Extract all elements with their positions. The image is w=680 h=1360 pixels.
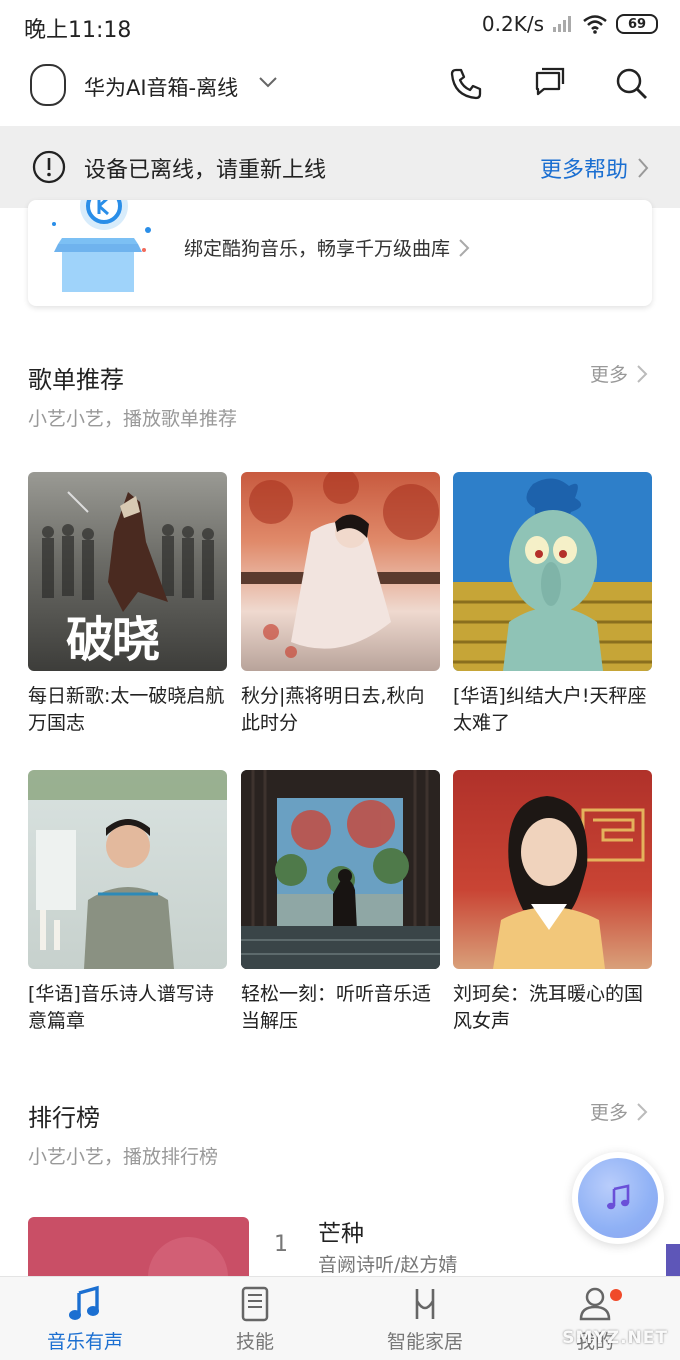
floating-music-button[interactable] [572,1152,664,1244]
charts-section-subtitle: 小艺小艺，播放排行榜 [28,1146,219,1168]
playlist-card[interactable]: 轻松一刻：听听音乐适当解压 [241,770,440,1035]
app-header: 华为AI音箱-离线 [0,50,680,126]
offline-banner: 设备已离线，请重新上线 更多帮助 [0,126,680,208]
wifi-icon [583,15,607,34]
kugou-promo-text: 绑定酷狗音乐，畅享千万级曲库 [184,234,470,261]
chat-icon[interactable] [528,64,568,104]
playlist-card[interactable]: 秋分|燕将明日去,秋向此时分 [241,472,440,737]
music-note-icon [607,1184,630,1210]
autumn-lady-cover-art [241,472,440,658]
nav-label: 音乐有声 [46,1331,123,1353]
playlist-cover [453,472,652,671]
speaker-icon[interactable] [30,64,66,106]
more-label: 更多 [589,364,628,386]
status-time: 晚上11:18 [24,18,132,43]
playlist-section-title: 歌单推荐 [28,366,124,394]
person-icon [579,1287,611,1321]
playlist-title: [华语]纠结大户!天秤座太难了 [453,685,647,734]
playlist-cover [453,770,652,969]
promo-label: 绑定酷狗音乐，畅享千万级曲库 [184,238,451,260]
fab-inner [578,1158,658,1238]
more-label: 更多 [589,1102,628,1124]
garden-view-cover-art [241,770,440,969]
musician-cover-art [28,770,227,969]
chart-song-artist: 音阙诗听/赵方婧 [318,1254,458,1276]
playlist-section-subtitle: 小艺小艺，播放歌单推荐 [28,408,238,430]
phone-icon[interactable] [446,64,486,104]
chart-rank-number: 1 [274,1232,288,1257]
kugou-promo-card[interactable]: 绑定酷狗音乐，畅享千万级曲库 [28,200,652,306]
more-help-link[interactable]: 更多帮助 [540,152,650,184]
nav-label: 技能 [235,1331,274,1353]
battery-icon: 69 [616,14,658,34]
chevron-right-icon [638,158,649,178]
search-icon[interactable] [612,64,652,104]
side-tab[interactable] [666,1244,680,1276]
nav-label: 智能家居 [386,1331,463,1353]
chevron-down-icon[interactable] [258,72,278,92]
more-help-label: 更多帮助 [539,158,628,183]
signal-icon [553,16,571,32]
playlist-cover: 破晓 [28,472,227,671]
playlist-title: 每日新歌:太一破晓启航万国志 [28,685,225,734]
chevron-right-icon [459,238,470,257]
status-indicators: 0.2K/s 69 [482,12,658,36]
playlist-card[interactable]: [华语]纠结大户!天秤座太难了 [453,472,652,737]
playlist-cover [28,770,227,969]
charts-section-title: 排行榜 [28,1104,100,1132]
smart-home-icon [415,1289,435,1319]
playlist-card[interactable]: [华语]音乐诗人谱写诗意篇章 [28,770,227,1035]
playlist-title: [华语]音乐诗人谱写诗意篇章 [28,983,214,1032]
music-note-icon [69,1285,99,1320]
playlist-card[interactable]: 刘珂矣：洗耳暖心的国风女声 [453,770,652,1035]
nav-skills[interactable]: 技能 [170,1277,340,1360]
nav-smart-home[interactable]: 智能家居 [340,1277,510,1360]
playlist-card[interactable]: 破晓 每日新歌:太一破晓启航万国志 [28,472,227,737]
nav-music[interactable]: 音乐有声 [0,1277,170,1360]
singer-portrait-cover-art [493,796,645,969]
playlist-cover [241,770,440,969]
offline-message: 设备已离线，请重新上线 [84,158,327,183]
chevron-right-icon [637,1102,648,1121]
device-name[interactable]: 华为AI音箱-离线 [84,72,238,102]
book-icon [241,1286,269,1322]
cover-title-text: 破晓 [66,612,160,668]
playlist-title: 秋分|燕将明日去,秋向此时分 [241,685,425,734]
status-bar: 晚上11:18 0.2K/s 69 [0,0,680,50]
playlist-title: 刘珂矣：洗耳暖心的国风女声 [453,983,644,1032]
playlist-title: 轻松一刻：听听音乐适当解压 [241,983,432,1032]
charts-more-link[interactable]: 更多 [590,1098,648,1125]
watermark: SMYZ.NET [562,1328,668,1348]
notification-badge [610,1289,622,1301]
playlist-more-link[interactable]: 更多 [590,360,648,387]
squidward-cover-art [453,478,652,671]
playlist-cover [241,472,440,671]
warning-icon [32,150,66,184]
chevron-right-icon [637,364,648,383]
network-speed: 0.2K/s [481,12,544,36]
kugou-box-illustration [52,200,151,292]
chart-song-title[interactable]: 芒种 [318,1214,364,1248]
